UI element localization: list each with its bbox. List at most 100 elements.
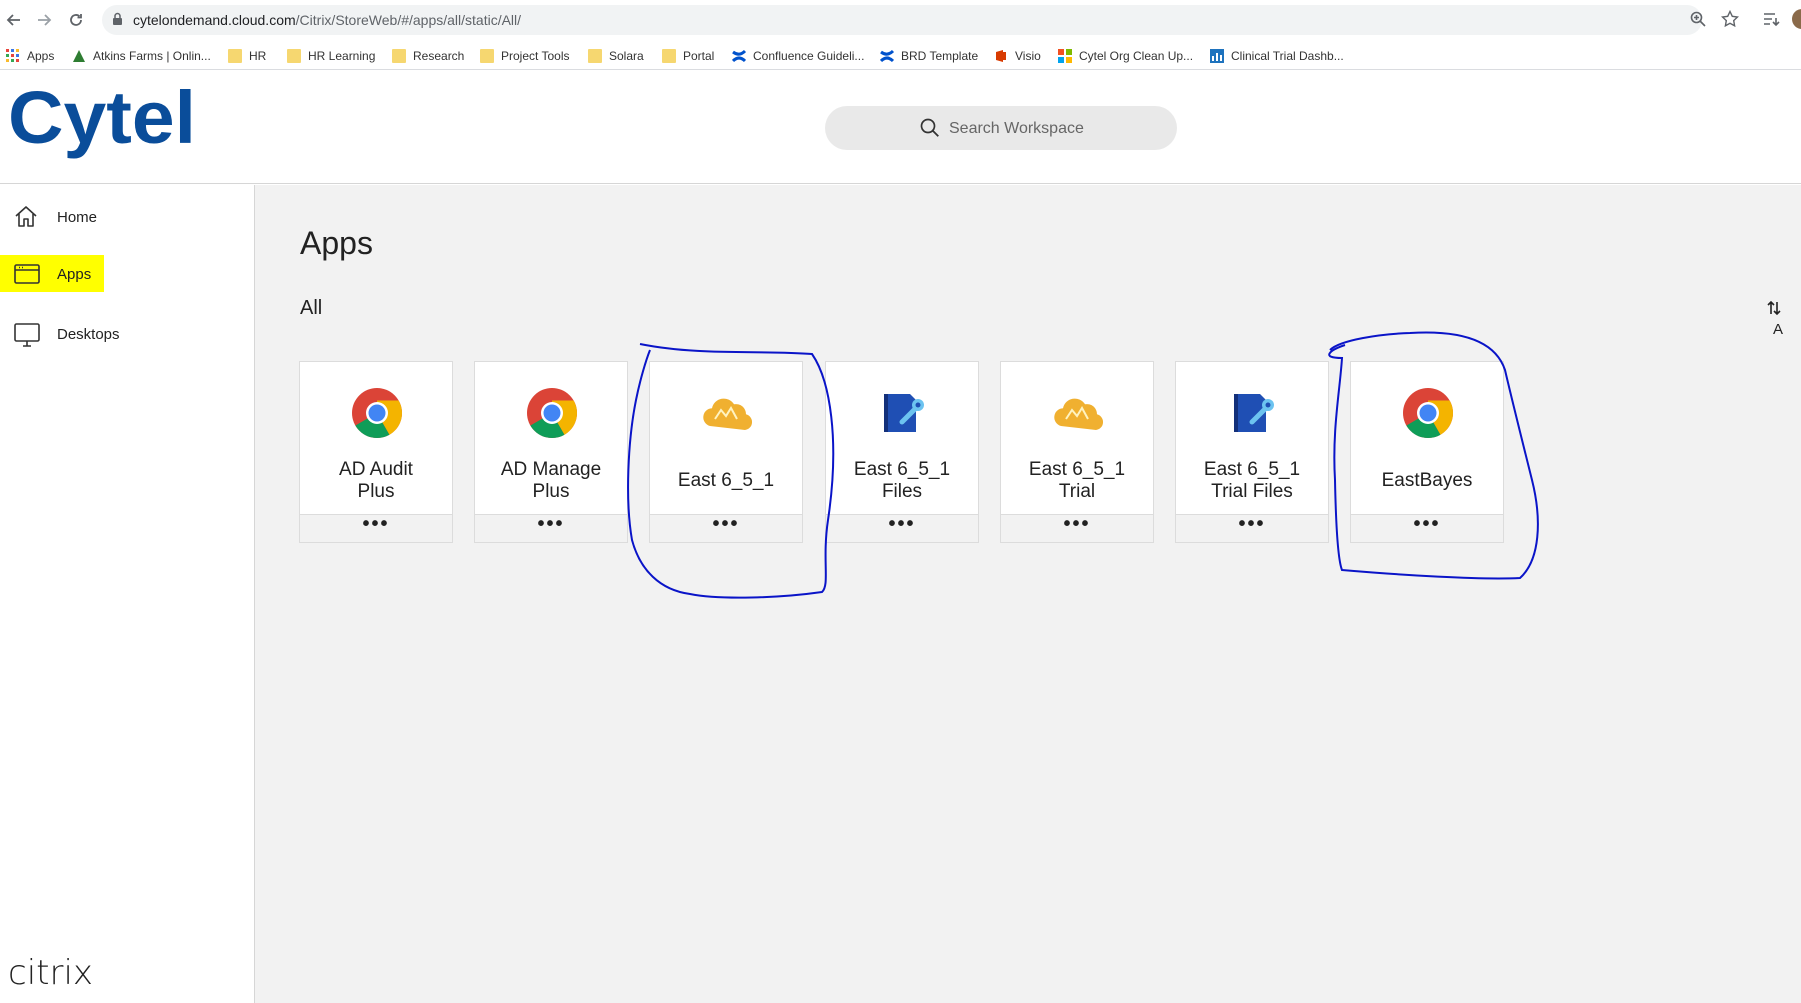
svg-text:Cytel: Cytel [8,76,196,159]
search-icon [920,118,939,137]
bookmark-label: Solara [609,49,644,63]
cloud-app-icon [700,386,754,440]
bookmark-brd-template[interactable]: BRD Template [879,47,979,65]
atkins-logo-icon [72,49,86,63]
search-placeholder: Search Workspace [949,120,1084,137]
office-icon [994,49,1008,63]
bookmark-label: Apps [27,49,55,63]
bookmark-hr-learning[interactable]: HR Learning [287,47,375,65]
bookmark-confluence[interactable]: Confluence Guideli... [731,47,865,65]
bookmark-research[interactable]: Research [392,47,464,65]
app-name: East 6_5_1 [677,470,775,491]
chrome-icon [1401,386,1455,440]
file-tool-icon [876,386,930,440]
bookmark-project-tools[interactable]: Project Tools [480,47,569,65]
apps-grid-icon [6,49,20,63]
microsoft-icon [1058,49,1072,63]
back-arrow-icon[interactable] [2,8,26,32]
app-name: AD Manage Plus [500,459,602,502]
sidebar-item-apps[interactable]: Apps [0,254,254,294]
app-tile-east-6-5-1-trial[interactable]: East 6_5_1 Trial ••• [1000,361,1154,543]
profile-avatar[interactable] [1792,9,1801,29]
bookmark-label: Visio [1015,49,1041,63]
cytel-logo[interactable]: Cytel [8,75,198,175]
bookmark-star-icon[interactable] [1721,10,1739,28]
sort-icon [1767,300,1781,316]
sort-button[interactable]: A [1767,300,1801,339]
bookmark-visio[interactable]: Visio [994,47,1041,65]
app-tile-ad-manage-plus[interactable]: AD Manage Plus ••• [474,361,628,543]
bookmark-label: Project Tools [501,49,570,63]
zoom-icon[interactable] [1689,10,1707,28]
sidebar-item-home[interactable]: Home [0,197,254,237]
workspace-header: Cytel Search Workspace [0,71,1801,184]
citrix-logo: citrix [8,953,94,993]
folder-icon [392,49,406,63]
sidebar: Home Apps Desktops citrix [0,185,255,1003]
confluence-icon [731,49,747,63]
bookmarks-bar: Apps Atkins Farms | Onlin... HR HR Learn… [0,40,1801,70]
chrome-icon [350,386,404,440]
folder-icon [287,49,301,63]
url-text: cytelondemand.cloud.com/Citrix/StoreWeb/… [133,12,521,28]
folder-icon [228,49,242,63]
more-options-button[interactable]: ••• [826,514,978,542]
more-options-button[interactable]: ••• [300,514,452,542]
confluence-icon [879,49,895,63]
url-host: cytelondemand.cloud.com [133,12,296,28]
bookmark-label: Research [413,49,465,63]
more-options-button[interactable]: ••• [475,514,627,542]
bookmark-solara[interactable]: Solara [588,47,644,65]
bookmark-label: BRD Template [901,49,979,63]
more-options-button[interactable]: ••• [1351,514,1503,542]
app-name: East 6_5_1 Trial [1028,459,1126,502]
reading-list-icon[interactable] [1762,10,1780,28]
home-icon [15,206,37,227]
reload-icon[interactable] [64,8,88,32]
bookmark-cytel-org[interactable]: Cytel Org Clean Up... [1058,47,1193,65]
sidebar-item-label: Home [57,209,98,226]
sort-label: A [1773,321,1784,338]
app-tile-east-6-5-1-files[interactable]: East 6_5_1 Files ••• [825,361,979,543]
app-tile-east-6-5-1[interactable]: East 6_5_1 ••• [649,361,803,543]
more-options-button[interactable]: ••• [1001,514,1153,542]
monitor-icon [14,323,40,347]
app-name: East 6_5_1 Files [853,459,951,502]
sidebar-item-label: Apps [57,266,92,283]
bookmark-label: Atkins Farms | Onlin... [93,49,211,63]
sidebar-item-desktops[interactable]: Desktops [0,314,254,354]
bookmark-label: Portal [683,49,715,63]
forward-arrow-icon[interactable] [32,8,56,32]
app-tile-ad-audit-plus[interactable]: AD Audit Plus ••• [299,361,453,543]
app-name: East 6_5_1 Trial Files [1203,459,1301,502]
cloud-app-icon [1051,386,1105,440]
bookmark-label: Confluence Guideli... [753,49,865,63]
category-title: All [300,297,323,319]
bookmark-atkins[interactable]: Atkins Farms | Onlin... [72,47,211,65]
apps-window-icon [14,264,40,284]
folder-icon [662,49,676,63]
more-options-button[interactable]: ••• [1176,514,1328,542]
bookmark-clinical-trial[interactable]: Clinical Trial Dashb... [1210,47,1344,65]
search-workspace[interactable]: Search Workspace [825,106,1177,150]
app-tile-eastbayes[interactable]: EastBayes ••• [1350,361,1504,543]
page-title: Apps [300,225,373,261]
more-options-button[interactable]: ••• [650,514,802,542]
main-content: Apps All A AD Audit Plus ••• AD Manage Plu… [255,185,1801,1003]
bookmark-label: HR [249,49,267,63]
url-path: /Citrix/StoreWeb/#/apps/all/static/All/ [295,12,522,28]
bookmark-label: Cytel Org Clean Up... [1079,49,1194,63]
bookmark-label: HR Learning [308,49,376,63]
bookmark-hr[interactable]: HR [228,47,266,65]
chart-icon [1210,49,1224,63]
folder-icon [588,49,602,63]
file-tool-icon [1226,386,1280,440]
app-name: EastBayes [1381,470,1473,491]
folder-icon [480,49,494,63]
bookmark-apps[interactable]: Apps [6,47,54,65]
bookmark-label: Clinical Trial Dashb... [1231,49,1344,63]
browser-toolbar: cytelondemand.cloud.com/Citrix/StoreWeb/… [0,0,1801,40]
app-tile-east-6-5-1-trial-files[interactable]: East 6_5_1 Trial Files ••• [1175,361,1329,543]
chrome-icon [525,386,579,440]
bookmark-portal[interactable]: Portal [662,47,714,65]
